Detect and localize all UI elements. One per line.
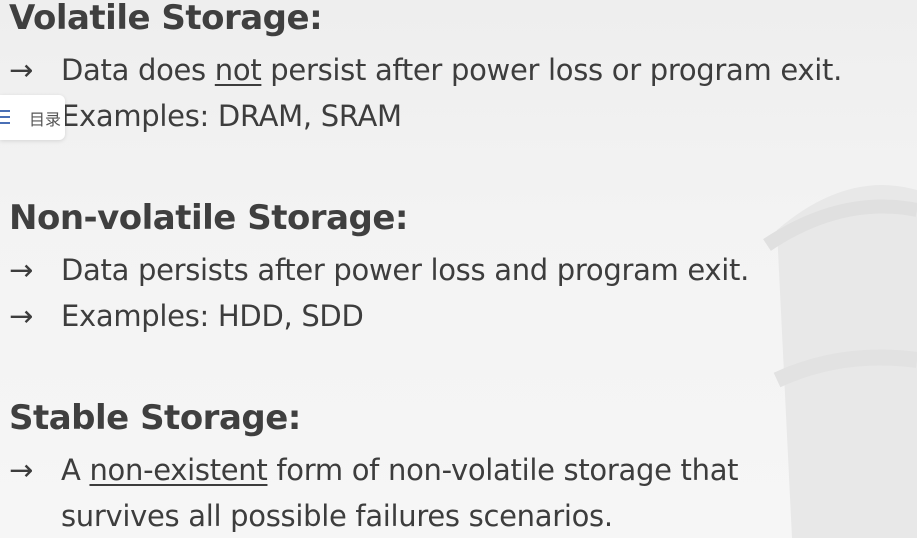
arrow-icon: → — [9, 53, 33, 87]
toc-label: 目录 — [29, 110, 62, 129]
stable-line-1: → A non-existent form of non-volatile sto… — [9, 453, 739, 487]
toc-button[interactable]: 目录 — [0, 95, 65, 140]
arrow-icon: → — [9, 453, 33, 487]
stable-line-2: survives all possible failures scenarios… — [61, 499, 613, 533]
heading-stable: Stable Storage: — [9, 398, 301, 438]
volatile-line-2: →Examples: DRAM, SRAM — [9, 99, 402, 133]
database-watermark — [763, 185, 917, 538]
volatile-line-1: → Data does not persist after power loss … — [9, 53, 842, 87]
emphasis-not: not — [214, 53, 262, 87]
nonvolatile-line-2: → Examples: HDD, SDD — [9, 299, 364, 333]
arrow-icon: → — [9, 253, 33, 287]
heading-nonvolatile: Non-volatile Storage: — [9, 198, 409, 238]
emphasis-non-existent: non-existent — [89, 453, 268, 487]
nonvolatile-line-1: → Data persists after power loss and prog… — [9, 253, 750, 287]
list-icon — [0, 110, 10, 124]
slide: Volatile Storage: → Data does not persist… — [0, 0, 917, 538]
arrow-icon: → — [9, 299, 33, 333]
heading-volatile: Volatile Storage: — [9, 0, 323, 38]
